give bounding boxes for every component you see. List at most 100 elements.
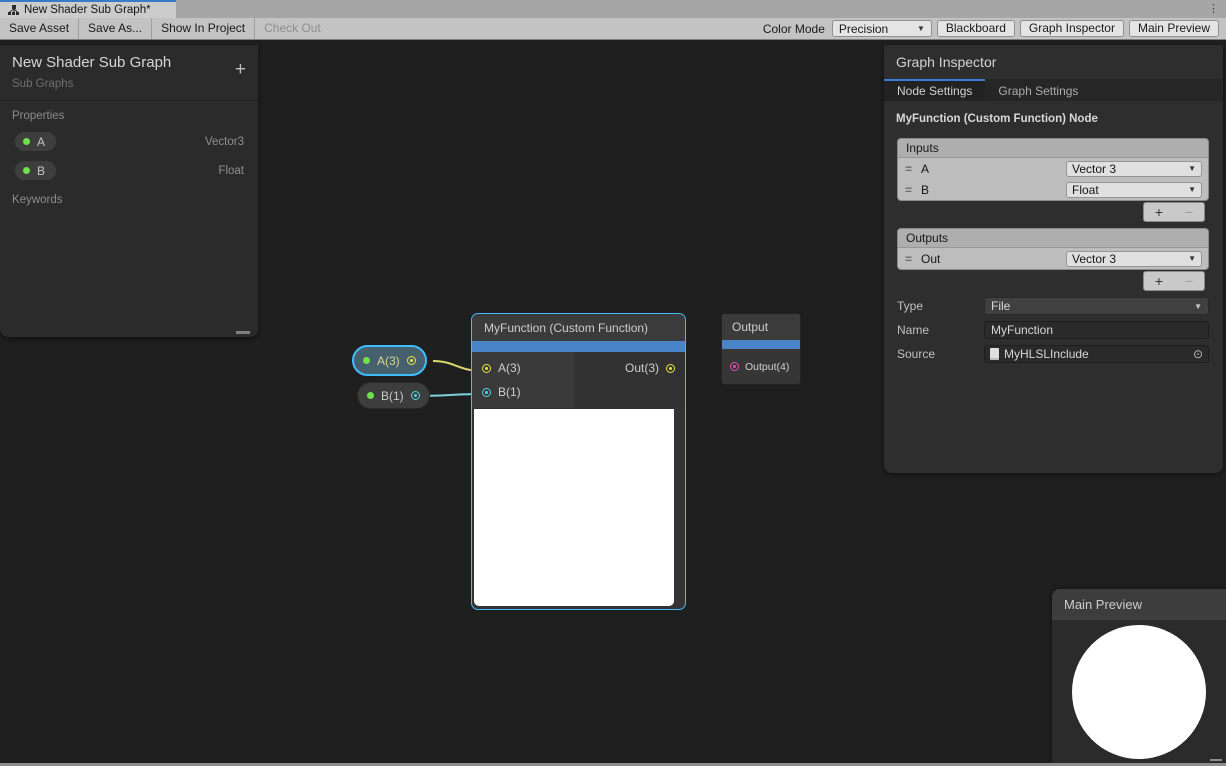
tab-bar: New Shader Sub Graph* ⋮ bbox=[0, 0, 1226, 18]
port-icon-vector3[interactable] bbox=[407, 356, 416, 365]
main-preview-toggle-button[interactable]: Main Preview bbox=[1129, 20, 1219, 37]
chevron-down-icon: ▼ bbox=[1194, 302, 1202, 311]
port-label: B(1) bbox=[498, 385, 521, 399]
port-icon-float[interactable] bbox=[482, 388, 491, 397]
main-preview-panel: Main Preview bbox=[1052, 589, 1226, 763]
shader-graph-window: New Shader Sub Graph* ⋮ Save Asset Save … bbox=[0, 0, 1226, 766]
blackboard-title: New Shader Sub Graph bbox=[0, 45, 258, 71]
preview-sphere bbox=[1072, 625, 1206, 759]
node-accent-bar bbox=[722, 340, 800, 349]
node-title[interactable]: Output bbox=[722, 314, 800, 340]
show-in-project-button[interactable]: Show In Project bbox=[152, 18, 255, 39]
source-field-label: Source bbox=[897, 347, 984, 361]
source-field-row: Source MyHLSLInclude ⊙ bbox=[897, 345, 1209, 363]
add-output-button[interactable]: + bbox=[1155, 273, 1163, 289]
property-row-a[interactable]: A Vector3 bbox=[0, 127, 258, 156]
color-mode-dropdown[interactable]: Precision ▼ bbox=[832, 20, 932, 37]
blackboard-toggle-button[interactable]: Blackboard bbox=[937, 20, 1015, 37]
outputs-list: Outputs = Out Vector 3 ▼ bbox=[897, 228, 1209, 270]
inspector-tabs: Node Settings Graph Settings bbox=[884, 79, 1223, 101]
resize-handle[interactable] bbox=[1210, 759, 1222, 761]
input-type-value: Float bbox=[1072, 183, 1099, 197]
color-mode-value: Precision bbox=[839, 22, 888, 36]
exposed-dot-icon bbox=[363, 357, 370, 364]
property-pill[interactable]: B bbox=[14, 160, 57, 181]
remove-input-button[interactable]: − bbox=[1185, 204, 1193, 220]
exposed-dot-icon bbox=[23, 138, 30, 145]
type-value: File bbox=[991, 299, 1010, 313]
property-name: A bbox=[37, 135, 45, 149]
input-type-value: Vector 3 bbox=[1072, 162, 1116, 176]
type-dropdown[interactable]: File ▼ bbox=[984, 297, 1209, 315]
main-preview-title: Main Preview bbox=[1052, 589, 1226, 620]
toolbar-right: Color Mode Precision ▼ Blackboard Graph … bbox=[763, 20, 1226, 37]
input-port-row: B(1) bbox=[472, 380, 574, 404]
add-property-button[interactable]: + bbox=[235, 60, 246, 79]
node-settings-heading: MyFunction (Custom Function) Node bbox=[884, 101, 1223, 135]
port-icon-vector4[interactable] bbox=[730, 362, 739, 371]
property-pill[interactable]: A bbox=[14, 131, 57, 152]
tab-node-settings[interactable]: Node Settings bbox=[884, 79, 985, 101]
output-type-value: Vector 3 bbox=[1072, 252, 1116, 266]
tab-title: New Shader Sub Graph* bbox=[24, 4, 151, 16]
inputs-list-footer: + − bbox=[1143, 202, 1205, 222]
input-type-dropdown[interactable]: Float ▼ bbox=[1066, 182, 1202, 198]
shader-graph-icon bbox=[8, 5, 19, 16]
node-inputs-column: A(3) B(1) bbox=[472, 352, 574, 408]
remove-output-button[interactable]: − bbox=[1185, 273, 1193, 289]
property-node-a[interactable]: A(3) bbox=[352, 345, 427, 376]
chevron-down-icon: ▼ bbox=[1188, 254, 1196, 263]
outputs-list-row[interactable]: = Out Vector 3 ▼ bbox=[898, 248, 1208, 269]
object-picker-icon[interactable]: ⊙ bbox=[1193, 348, 1203, 360]
type-field-row: Type File ▼ bbox=[897, 297, 1209, 315]
output-name: Out bbox=[921, 252, 940, 266]
input-type-dropdown[interactable]: Vector 3 ▼ bbox=[1066, 161, 1202, 177]
property-type: Vector3 bbox=[205, 136, 244, 148]
outputs-list-header: Outputs bbox=[898, 229, 1208, 248]
inputs-list-row[interactable]: = B Float ▼ bbox=[898, 179, 1208, 200]
port-label: A(3) bbox=[498, 361, 521, 375]
add-input-button[interactable]: + bbox=[1155, 204, 1163, 220]
input-name: B bbox=[921, 183, 929, 197]
blackboard-subtitle: Sub Graphs bbox=[0, 71, 258, 101]
node-title[interactable]: MyFunction (Custom Function) bbox=[472, 314, 685, 341]
port-icon-float[interactable] bbox=[411, 391, 420, 400]
blackboard-panel: New Shader Sub Graph + Sub Graphs Proper… bbox=[0, 45, 258, 337]
source-object-field[interactable]: MyHLSLInclude ⊙ bbox=[984, 345, 1209, 363]
custom-function-node[interactable]: MyFunction (Custom Function) A(3) B(1) O… bbox=[471, 313, 686, 610]
chevron-down-icon: ▼ bbox=[1188, 185, 1196, 194]
drag-handle-icon[interactable]: = bbox=[905, 252, 912, 266]
drag-handle-icon[interactable]: = bbox=[905, 162, 912, 176]
name-input[interactable] bbox=[984, 321, 1209, 339]
node-outputs-column: Out(3) bbox=[574, 352, 685, 408]
port-label: Out(3) bbox=[625, 361, 659, 375]
property-row-b[interactable]: B Float bbox=[0, 156, 258, 185]
drag-handle-icon[interactable]: = bbox=[905, 183, 912, 197]
save-as-button[interactable]: Save As... bbox=[79, 18, 152, 39]
chevron-down-icon: ▼ bbox=[1188, 164, 1196, 173]
chevron-down-icon: ▼ bbox=[917, 24, 925, 33]
output-node[interactable]: Output Output(4) bbox=[721, 313, 801, 385]
input-port-row: A(3) bbox=[472, 356, 574, 380]
tab-graph-settings[interactable]: Graph Settings bbox=[985, 79, 1091, 101]
property-node-label: B(1) bbox=[381, 389, 404, 403]
resize-handle[interactable] bbox=[236, 331, 250, 334]
main-preview-body[interactable] bbox=[1052, 620, 1226, 763]
tab-new-shader-sub-graph[interactable]: New Shader Sub Graph* bbox=[0, 0, 176, 18]
port-icon-vector3[interactable] bbox=[666, 364, 675, 373]
save-asset-button[interactable]: Save Asset bbox=[0, 18, 79, 39]
input-name: A bbox=[921, 162, 929, 176]
input-port-row: Output(4) bbox=[722, 349, 800, 384]
file-icon bbox=[990, 348, 999, 360]
inputs-list-row[interactable]: = A Vector 3 ▼ bbox=[898, 158, 1208, 179]
output-type-dropdown[interactable]: Vector 3 ▼ bbox=[1066, 251, 1202, 267]
port-icon-vector3[interactable] bbox=[482, 364, 491, 373]
property-node-b[interactable]: B(1) bbox=[357, 382, 430, 409]
type-field-label: Type bbox=[897, 299, 984, 313]
inputs-list-header: Inputs bbox=[898, 139, 1208, 158]
check-out-button: Check Out bbox=[255, 18, 330, 39]
graph-inspector-toggle-button[interactable]: Graph Inspector bbox=[1020, 20, 1124, 37]
node-preview bbox=[474, 409, 674, 606]
keywords-section-header: Keywords bbox=[0, 185, 258, 211]
kebab-menu-icon[interactable]: ⋮ bbox=[1208, 1, 1219, 17]
